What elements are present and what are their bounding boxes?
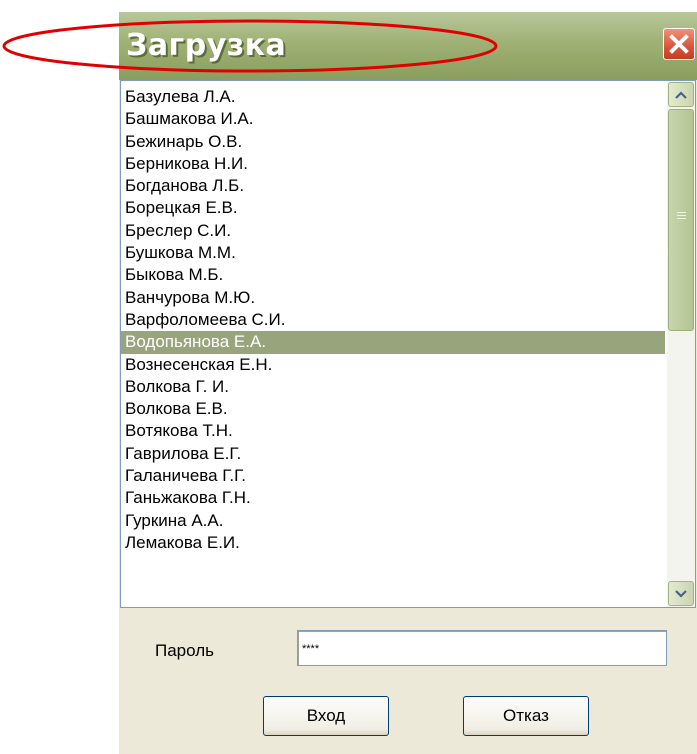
user-list: Базулева Л.А. Башмакова И.А. Бежинарь О.В.…	[121, 86, 665, 554]
list-item[interactable]: Богданова Л.Б.	[121, 175, 665, 197]
list-item[interactable]: Лемакова Е.И.	[121, 532, 665, 554]
scroll-down-button[interactable]	[668, 581, 694, 606]
list-item[interactable]: Варфоломеева С.И.	[121, 309, 665, 331]
scroll-up-button[interactable]	[668, 82, 694, 107]
list-item[interactable]: Базулева Л.А.	[121, 86, 665, 108]
window-title: Загрузка	[126, 28, 287, 63]
list-item[interactable]: Гаврилова Е.Г.	[121, 443, 665, 465]
list-item[interactable]: Башмакова И.А.	[121, 108, 665, 130]
list-item[interactable]: Волкова Г. И.	[121, 376, 665, 398]
list-item[interactable]: Быкова М.Б.	[121, 264, 665, 286]
password-label: Пароль	[155, 641, 214, 660]
list-item[interactable]: Бреслер С.И.	[121, 220, 665, 242]
list-item[interactable]: Вознесенская Е.Н.	[121, 354, 665, 376]
cancel-button[interactable]: Отказ	[463, 696, 589, 736]
close-button[interactable]	[663, 28, 695, 60]
user-listbox[interactable]: Базулева Л.А. Башмакова И.А. Бежинарь О.В.…	[120, 80, 696, 608]
list-item[interactable]: Ванчурова М.Ю.	[121, 287, 665, 309]
list-item[interactable]: Бежинарь О.В.	[121, 131, 665, 153]
title-bar[interactable]: Загрузка	[119, 12, 697, 80]
scroll-thumb[interactable]	[668, 109, 694, 331]
list-item[interactable]: Вотякова Т.Н.	[121, 420, 665, 442]
list-item[interactable]: Бушкова М.М.	[121, 242, 665, 264]
list-item[interactable]: Берникова Н.И.	[121, 153, 665, 175]
password-input[interactable]	[297, 630, 667, 666]
list-item[interactable]: Ганьжакова Г.Н.	[121, 487, 665, 509]
list-item[interactable]: Волкова Е.В.	[121, 398, 665, 420]
list-item[interactable]: Борецкая Е.В.	[121, 197, 665, 219]
grip-icon	[677, 212, 686, 221]
close-icon	[669, 34, 689, 54]
list-item[interactable]: Водопьянова Е.А.	[121, 331, 665, 354]
chevron-up-icon	[675, 90, 687, 99]
login-button[interactable]: Вход	[263, 696, 389, 736]
list-item[interactable]: Галаничева Г.Г.	[121, 465, 665, 487]
chevron-down-icon	[675, 589, 687, 598]
vertical-scrollbar[interactable]	[667, 81, 695, 607]
list-item[interactable]: Гуркина А.А.	[121, 510, 665, 532]
form-panel: Пароль Вход Отказ	[119, 608, 697, 754]
login-dialog: Загрузка Базулева Л.А. Башмакова И.А. Бежи…	[119, 12, 697, 754]
